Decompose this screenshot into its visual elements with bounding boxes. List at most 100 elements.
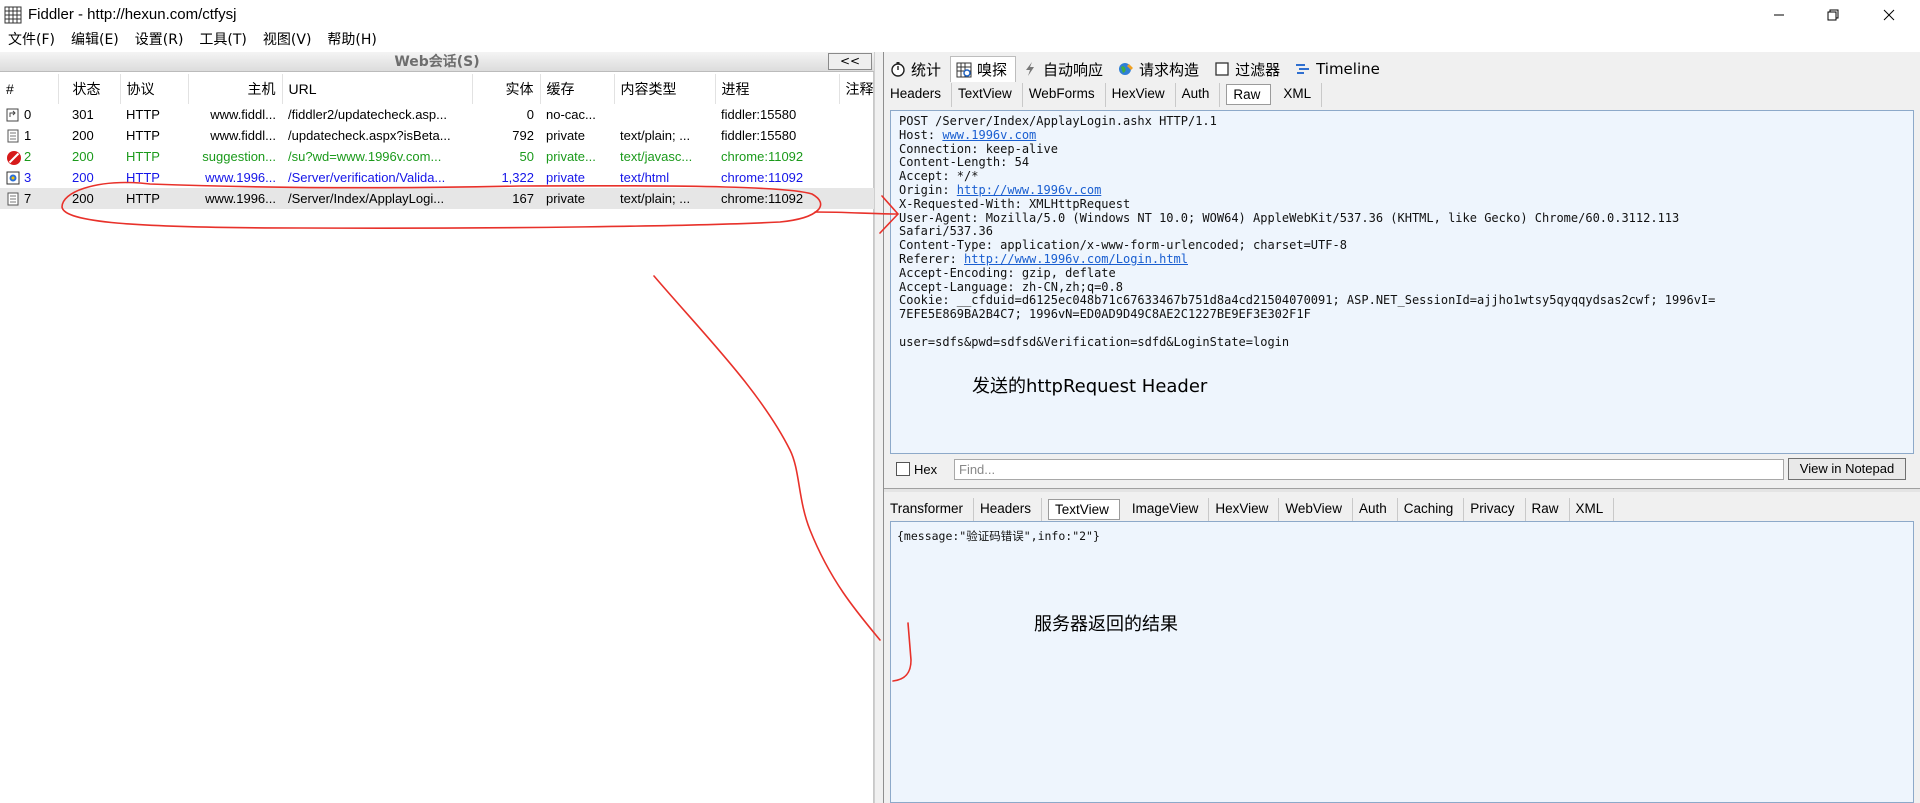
tab-statistics[interactable]: 统计 [884, 56, 950, 82]
request-line-text: X-Requested-With: XMLHttpRequest [899, 196, 1131, 211]
col-header-body[interactable]: 实体 [472, 74, 541, 104]
col-header-process[interactable]: 进程 [715, 74, 840, 104]
col-header-url[interactable]: URL [282, 74, 473, 104]
row-url: /su?wd=www.1996v.com... [288, 149, 442, 164]
row-body-size: 792 [512, 128, 534, 143]
response-subtabs: Transformer Headers TextView ImageView HexVi… [884, 498, 1615, 522]
pane-splitter[interactable] [874, 52, 884, 803]
response-tab-privacy[interactable]: Privacy [1464, 498, 1526, 522]
request-line: Content-Type: application/x-www-form-url… [899, 238, 1715, 253]
request-tab-webforms[interactable]: WebForms [1023, 83, 1106, 107]
request-response-splitter[interactable] [884, 488, 1920, 492]
request-line: user=sdfs&pwd=sdfsd&Verification=sdfd&Lo… [899, 334, 1715, 350]
tab-filters[interactable]: 过滤器 [1208, 56, 1289, 82]
request-raw-text: POST /Server/Index/ApplayLogin.ashx HTTP… [899, 114, 1715, 350]
row-body-size: 1,322 [501, 170, 534, 185]
tab-label: 过滤器 [1235, 60, 1281, 79]
request-line-text: Accept-Encoding: gzip, deflate [899, 265, 1116, 280]
session-row[interactable]: 0 301 HTTP www.fiddl... /fiddler2/updatechec… [0, 104, 874, 125]
request-header-link[interactable]: http://www.1996v.com [957, 183, 1102, 197]
response-tab-imageview[interactable]: ImageView [1126, 498, 1210, 522]
row-host: www.fiddl... [210, 128, 276, 143]
col-header-caching[interactable]: 缓存 [540, 74, 615, 104]
row-number-text: 3 [24, 169, 32, 185]
fiddler-app-icon [2, 4, 24, 26]
request-tab-textview[interactable]: TextView [952, 83, 1023, 107]
row-protocol: HTTP [126, 128, 160, 143]
request-header-link[interactable]: www.1996v.com [942, 128, 1036, 142]
response-tab-headers[interactable]: Headers [974, 498, 1043, 522]
request-header-link[interactable]: http://www.1996v.com/Login.html [964, 252, 1188, 266]
request-line: Host: www.1996v.com [899, 128, 1715, 143]
menu-view[interactable]: 视图(V) [255, 29, 320, 52]
response-tab-hexview[interactable]: HexView [1209, 498, 1280, 522]
title-bar: Fiddler - http://hexun.com/ctfysj [0, 0, 1920, 29]
collapse-button[interactable]: << [828, 53, 872, 70]
row-number: 1 [0, 125, 58, 146]
row-process: chrome:11092 [721, 149, 804, 164]
response-tab-webview[interactable]: WebView [1279, 498, 1353, 522]
session-row[interactable]: 1 200 HTTP www.fiddl... /updatecheck.aspx?is… [0, 125, 874, 146]
request-tab-raw[interactable]: Raw [1226, 84, 1272, 105]
col-header-content-type[interactable]: 内容类型 [614, 74, 716, 104]
tab-label: 嗅探 [977, 61, 1008, 79]
tab-inspectors[interactable]: 嗅探 [950, 56, 1017, 82]
response-tab-xml[interactable]: XML [1570, 498, 1615, 522]
menu-edit[interactable]: 编辑(E) [63, 29, 127, 52]
col-header-comments[interactable]: 注释 [839, 74, 875, 104]
response-tab-caching[interactable]: Caching [1398, 498, 1465, 522]
globe-composer-icon [1117, 60, 1135, 78]
request-line: Connection: keep-alive [899, 142, 1715, 157]
response-text-view[interactable]: {message:"验证码错误",info:"2"} [890, 521, 1914, 803]
tab-label: 自动响应 [1043, 60, 1104, 79]
view-in-notepad-button[interactable]: View in Notepad [1788, 458, 1906, 480]
row-caching: private [540, 188, 614, 209]
tab-label: 统计 [911, 60, 942, 79]
close-button[interactable] [1866, 0, 1912, 29]
response-body-text: {message:"验证码错误",info:"2"} [897, 529, 1100, 543]
menu-settings[interactable]: 设置(R) [127, 29, 192, 52]
request-line: Origin: http://www.1996v.com [899, 183, 1715, 198]
row-comments [839, 104, 874, 125]
html-icon [6, 171, 20, 185]
request-line: Cookie: __cfduid=d6125ec048b71c67633467b… [899, 293, 1715, 308]
row-caching: no-cac... [546, 107, 596, 122]
restore-button[interactable] [1810, 0, 1856, 29]
request-line-text: user=sdfs&pwd=sdfsd&Verification=sdfd&Lo… [899, 334, 1290, 349]
col-header-number[interactable]: # [0, 74, 59, 104]
request-line-text: Content-Type: application/x-www-form-url… [899, 238, 1347, 253]
tab-composer[interactable]: 请求构造 [1112, 56, 1208, 82]
request-tab-hexview[interactable]: HexView [1106, 83, 1176, 107]
minimize-button[interactable] [1756, 0, 1802, 29]
response-tab-auth[interactable]: Auth [1353, 498, 1398, 522]
menu-help[interactable]: 帮助(H) [319, 29, 384, 52]
request-tab-auth[interactable]: Auth [1176, 83, 1221, 107]
request-line: Content-Length: 54 [899, 155, 1715, 170]
find-input[interactable]: Find... [954, 458, 1784, 480]
row-comments [839, 167, 874, 188]
request-raw-view[interactable]: POST /Server/Index/ApplayLogin.ashx HTTP… [890, 110, 1914, 454]
session-row[interactable]: 7 200 HTTP www.1996.../Server/Index/ApplayL… [0, 188, 874, 209]
request-line: Referer: http://www.1996v.com/Login.html [899, 252, 1715, 267]
response-tab-transformer[interactable]: Transformer [884, 498, 975, 522]
tab-autoresponder[interactable]: 自动响应 [1016, 56, 1112, 82]
request-tab-headers[interactable]: Headers [884, 83, 953, 107]
response-annotation-label: 服务器返回的结果 [1034, 614, 1178, 635]
response-tab-raw[interactable]: Raw [1526, 498, 1570, 522]
row-caching: private [546, 128, 586, 143]
row-status: 200 [58, 188, 120, 209]
request-tab-xml[interactable]: XML [1277, 83, 1323, 107]
menu-tools[interactable]: 工具(T) [191, 29, 254, 52]
col-header-status[interactable]: 状态 [58, 74, 121, 104]
menu-file[interactable]: 文件(F) [0, 29, 63, 52]
hex-checkbox[interactable] [896, 462, 910, 476]
session-row[interactable]: 3 200 HTTP www.1996... /Server/verification/… [0, 167, 874, 188]
col-header-protocol[interactable]: 协议 [120, 74, 189, 104]
row-status: 301 [72, 107, 94, 122]
col-header-host[interactable]: 主机 [188, 74, 283, 104]
row-number-text: 2 [24, 148, 32, 164]
session-row[interactable]: 2 200 HTTP suggestion... /su?wd=www.1996v.co… [0, 146, 874, 167]
row-content-type [614, 104, 715, 125]
response-tab-textview[interactable]: TextView [1048, 499, 1120, 520]
tab-timeline[interactable]: Timeline [1289, 56, 1389, 82]
